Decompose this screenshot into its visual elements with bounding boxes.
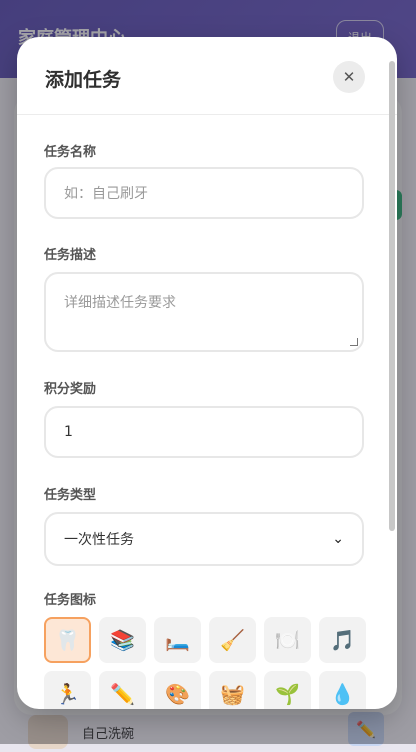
pencil-icon[interactable]: ✏️ — [99, 671, 146, 709]
close-button[interactable]: ✕ — [333, 61, 365, 93]
icon-label: 任务图标 — [44, 589, 364, 609]
tooth-icon[interactable]: 🦷 — [44, 617, 91, 663]
palette-icon[interactable]: 🎨 — [154, 671, 201, 709]
scrollbar[interactable] — [389, 61, 395, 531]
modal-title: 添加任务 — [45, 65, 121, 92]
water-drop-icon[interactable]: 💧 — [319, 671, 366, 709]
description-placeholder: 详细描述任务要求 — [64, 292, 176, 312]
add-task-modal: 添加任务 ✕ 任务名称 如：自己刷牙 任务描述 详细描述任务要求 积分奖励 1 … — [17, 37, 397, 709]
basket-icon[interactable]: 🧺 — [209, 671, 256, 709]
plate-icon[interactable]: 🍽️ — [264, 617, 311, 663]
points-label: 积分奖励 — [44, 378, 364, 398]
bed-icon[interactable]: 🛏️ — [154, 617, 201, 663]
running-icon[interactable]: 🏃 — [44, 671, 91, 709]
icon-grid: 🦷📚🛏️🧹🍽️🎵 🏃✏️🎨🧺🌱💧 — [44, 617, 364, 709]
task-type-select[interactable]: 一次性任务 ⌄ — [44, 512, 364, 566]
resize-handle-icon[interactable] — [350, 338, 358, 346]
music-icon[interactable]: 🎵 — [319, 617, 366, 663]
task-type-value: 一次性任务 — [64, 529, 134, 549]
task-description-textarea[interactable]: 详细描述任务要求 — [44, 272, 364, 352]
task-form: 任务名称 如：自己刷牙 任务描述 详细描述任务要求 积分奖励 1 任务类型 一次… — [44, 141, 364, 709]
type-label: 任务类型 — [44, 484, 364, 504]
description-label: 任务描述 — [44, 244, 364, 264]
points-input[interactable]: 1 — [44, 406, 364, 458]
task-name-input[interactable]: 如：自己刷牙 — [44, 167, 364, 219]
name-label: 任务名称 — [44, 141, 364, 161]
broom-icon[interactable]: 🧹 — [209, 617, 256, 663]
modal-header: 添加任务 ✕ — [17, 37, 397, 115]
chevron-down-icon: ⌄ — [332, 531, 344, 547]
sprout-icon[interactable]: 🌱 — [264, 671, 311, 709]
books-icon[interactable]: 📚 — [99, 617, 146, 663]
